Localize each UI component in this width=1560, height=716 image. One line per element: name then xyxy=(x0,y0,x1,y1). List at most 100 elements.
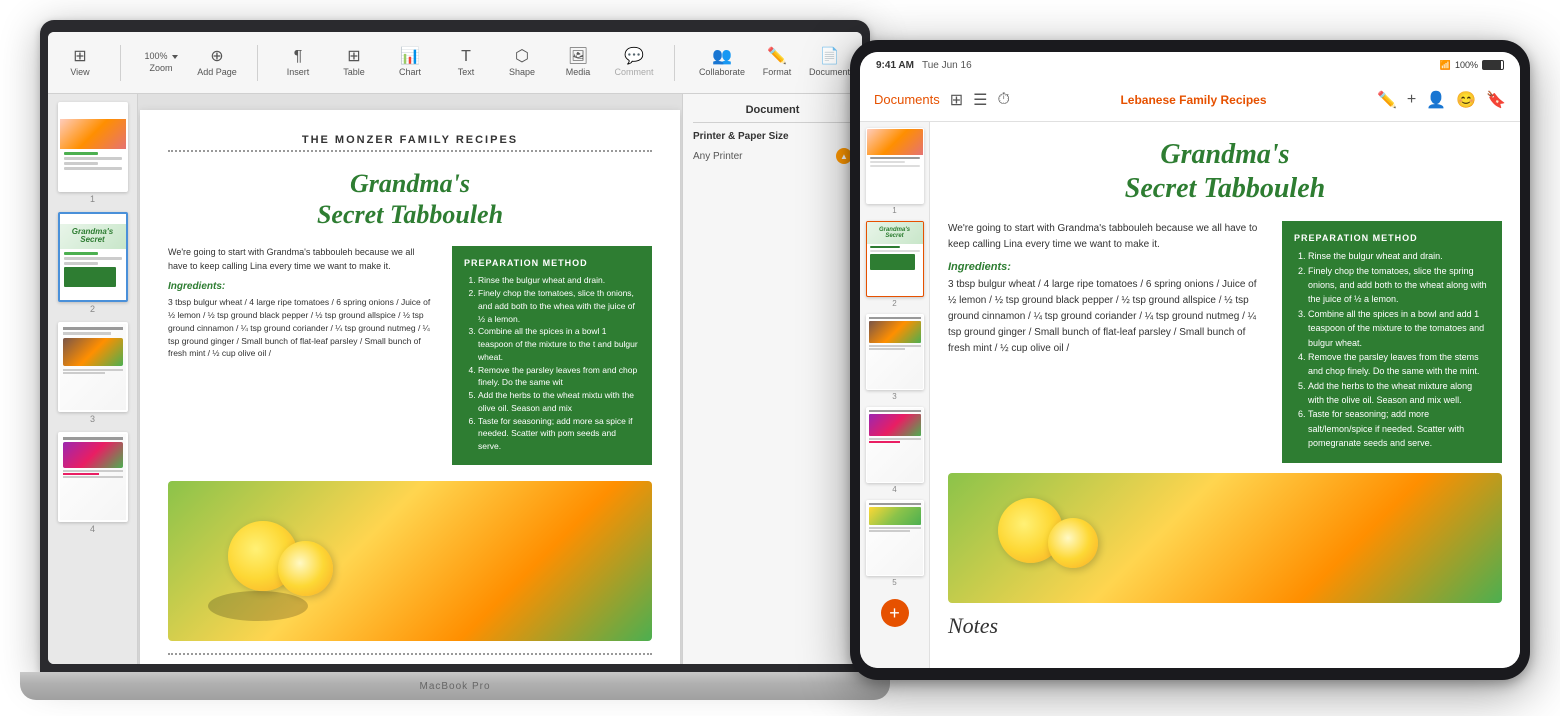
toolbar-format[interactable]: ✏️ Format xyxy=(757,49,797,77)
thumbnail-3[interactable]: 3 xyxy=(54,322,131,424)
recipe-title: Grandma's Secret Tabbouleh xyxy=(168,168,652,230)
ipad-prep-step-2: Finely chop the tomatoes, slice the spri… xyxy=(1308,264,1490,307)
clock-icon[interactable]: ⏱ xyxy=(998,91,1010,109)
documents-link[interactable]: Documents xyxy=(874,92,940,107)
toolbar-add-page[interactable]: ⊕ Add Page xyxy=(197,49,237,77)
insert-label: Insert xyxy=(287,67,310,77)
zoom-chevron xyxy=(172,55,178,59)
thumbnail-1[interactable]: 1 xyxy=(54,102,131,204)
add-page-label: Add Page xyxy=(197,67,237,77)
toolbar-table[interactable]: ⊞ Table xyxy=(334,49,374,77)
toolbar-view[interactable]: ⊞ View xyxy=(60,49,100,77)
zoom-value: 100% xyxy=(144,52,167,61)
bookmark-icon[interactable]: 🔖 xyxy=(1486,90,1506,110)
text-icon: T xyxy=(461,49,471,65)
toolbar-shape[interactable]: ⬡ Shape xyxy=(502,49,542,77)
ipad-doc-left: We're going to start with Grandma's tabb… xyxy=(948,221,1266,462)
ipad-toolbar-center: Lebanese Family Recipes xyxy=(1022,93,1365,107)
collaborate-label: Collaborate xyxy=(699,67,745,77)
comment-label: Comment xyxy=(614,67,653,77)
ipad-add-page-btn[interactable]: + xyxy=(881,599,909,627)
thumbnails-icon[interactable]: ⊞ xyxy=(950,90,963,110)
ipad-prep-step-5: Add the herbs to the wheat mixture along… xyxy=(1308,379,1490,408)
thumbnail-2[interactable]: Grandma'sSecret 2 xyxy=(54,212,131,314)
printer-value[interactable]: Any Printer ▲ xyxy=(693,148,852,164)
ipad: 9:41 AM Tue Jun 16 📶 100% Documents ⊞ xyxy=(850,40,1530,680)
thumbnail-4[interactable]: 4 xyxy=(54,432,131,534)
ipad-bezel: 9:41 AM Tue Jun 16 📶 100% Documents ⊞ xyxy=(850,40,1530,680)
thumb-img-4 xyxy=(58,432,128,522)
table-label: Table xyxy=(343,67,365,77)
ipad-doc-columns: We're going to start with Grandma's tabb… xyxy=(948,221,1502,462)
comment-icon: 💬 xyxy=(624,49,644,65)
notes-section: Notes Samar: Half a teaspoon of allspic … xyxy=(168,653,652,664)
scene: ⊞ View 100% Zoom ⊕ Add Page xyxy=(0,0,1560,716)
ipad-recipe-title: Grandma's Secret Tabbouleh xyxy=(948,138,1502,205)
toolbar-document[interactable]: 📄 Document xyxy=(809,49,850,77)
status-left: 9:41 AM Tue Jun 16 xyxy=(876,60,972,71)
pencil-icon[interactable]: ✏️ xyxy=(1377,90,1397,110)
doc-right-col: PREPARATION METHOD Rinse the bulgur whea… xyxy=(452,246,652,465)
macbook: ⊞ View 100% Zoom ⊕ Add Page xyxy=(20,20,890,700)
table-icon: ⊞ xyxy=(347,49,360,65)
view-label: View xyxy=(70,67,89,77)
ipad-thumbnail-4[interactable]: 4 xyxy=(864,407,925,494)
list-icon[interactable]: ☰ xyxy=(973,90,987,110)
toolbar-comment[interactable]: 💬 Comment xyxy=(614,49,654,77)
doc-image xyxy=(168,481,652,641)
thumb-line xyxy=(64,162,99,165)
toolbar-zoom[interactable]: 100% Zoom xyxy=(141,52,181,73)
ipad-thumbnail-1[interactable]: 1 xyxy=(864,128,925,215)
ipad-thumb-num-5: 5 xyxy=(892,578,896,587)
toolbar-collaborate[interactable]: 👥 Collaborate xyxy=(699,49,745,77)
ipad-main-doc[interactable]: Grandma's Secret Tabbouleh We're going t… xyxy=(930,122,1520,668)
prep-step-3: Combine all the spices in a bowl 1 teasp… xyxy=(478,325,640,363)
document-icon: 📄 xyxy=(820,49,840,65)
thumbnails-sidebar: 1 Grandma'sSecret xyxy=(48,94,138,664)
toolbar-insert[interactable]: ¶ Insert xyxy=(278,49,318,77)
toolbar: ⊞ View 100% Zoom ⊕ Add Page xyxy=(48,32,862,94)
ipad-thumbnail-3[interactable]: 3 xyxy=(864,314,925,401)
doc-page: THE MONZER FAMILY RECIPES Grandma's Secr… xyxy=(140,110,680,664)
emoji-icon[interactable]: 😊 xyxy=(1456,90,1476,110)
ipad-thumb-num-1: 1 xyxy=(892,206,896,215)
macbook-bezel: ⊞ View 100% Zoom ⊕ Add Page xyxy=(40,20,870,672)
macbook-base: MacBook Pro xyxy=(20,672,890,700)
battery-text: 100% xyxy=(1455,60,1478,70)
pages-content: 1 Grandma'sSecret xyxy=(48,94,862,664)
ipad-doc-right: PREPARATION METHOD Rinse the bulgur whea… xyxy=(1282,221,1502,462)
ipad-toolbar-right: ✏️ + 👤 😊 🔖 xyxy=(1377,90,1506,110)
macbook-screen: ⊞ View 100% Zoom ⊕ Add Page xyxy=(48,32,862,664)
thumb-line xyxy=(64,252,99,255)
add-page-icon: ⊕ xyxy=(210,49,223,65)
chart-label: Chart xyxy=(399,67,421,77)
toolbar-sep-1 xyxy=(120,45,121,81)
ipad-thumb-num-2: 2 xyxy=(892,299,896,308)
macbook-label: MacBook Pro xyxy=(419,681,490,692)
ipad-screen: 9:41 AM Tue Jun 16 📶 100% Documents ⊞ xyxy=(860,52,1520,668)
thumb-lines-1 xyxy=(60,149,126,175)
ipad-thumbnail-5[interactable]: 5 xyxy=(864,500,925,587)
ipad-status-bar: 9:41 AM Tue Jun 16 📶 100% xyxy=(860,52,1520,78)
share-icon[interactable]: 👤 xyxy=(1426,90,1446,110)
thumb-img-2: Grandma'sSecret xyxy=(58,212,128,302)
ipad-toolbar-left: Documents ⊞ ☰ ⏱ xyxy=(874,90,1010,110)
add-icon[interactable]: + xyxy=(1407,91,1416,109)
doc-left-col: We're going to start with Grandma's tabb… xyxy=(168,246,436,465)
doc-area[interactable]: THE MONZER FAMILY RECIPES Grandma's Secr… xyxy=(138,94,682,664)
ipad-prep-step-4: Remove the parsley leaves from the stems… xyxy=(1308,350,1490,379)
ipad-prep-step-3: Combine all the spices in a bowl and add… xyxy=(1308,307,1490,350)
toolbar-chart[interactable]: 📊 Chart xyxy=(390,49,430,77)
ipad-image xyxy=(948,473,1502,603)
ipad-thumbnail-2[interactable]: Grandma'sSecret 2 xyxy=(864,221,925,308)
toolbar-media[interactable]: 🖼 Media xyxy=(558,49,598,77)
toolbar-text[interactable]: T Text xyxy=(446,49,486,77)
lemon-half xyxy=(278,541,333,596)
zoom-icon: 100% xyxy=(144,52,177,61)
ipad-thumb-img-5 xyxy=(866,500,924,576)
format-icon: ✏️ xyxy=(767,49,787,65)
ipad-notes-title: Notes xyxy=(948,613,1502,639)
ipad-ingredients-title: Ingredients: xyxy=(948,261,1266,273)
prep-step-6: Taste for seasoning; add more sa spice i… xyxy=(478,415,640,453)
prep-step-4: Remove the parsley leaves from and chop … xyxy=(478,364,640,390)
